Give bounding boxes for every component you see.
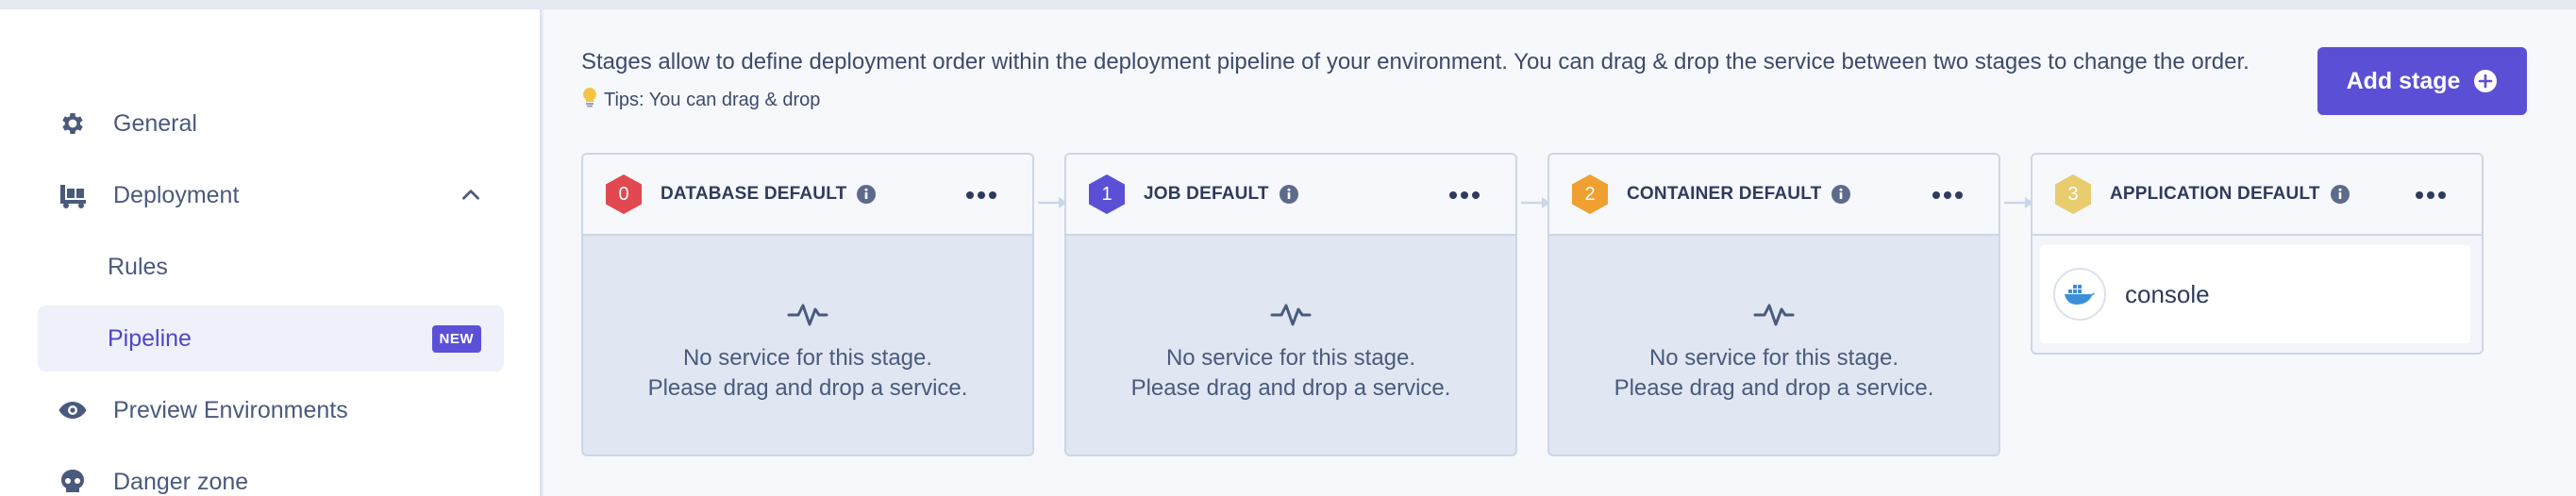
docker-icon	[2053, 268, 2106, 321]
sidebar-item-preview-environments[interactable]: Preview Environments	[38, 377, 504, 443]
deployment-icon	[55, 177, 91, 213]
stage-application-default[interactable]: 3 APPLICATION DEFAULT console	[2031, 153, 2484, 355]
pipeline-main: Stages allow to define deployment order …	[544, 9, 2576, 496]
sidebar-item-rules[interactable]: Rules	[38, 234, 504, 300]
add-stage-button[interactable]: Add stage	[2317, 47, 2527, 115]
stage-container-default[interactable]: 2 CONTAINER DEFAULT No service for this …	[1547, 153, 2000, 456]
empty-message-line1: No service for this stage.	[1648, 345, 1899, 371]
stage-job-default[interactable]: 1 JOB DEFAULT No service for this stage.…	[1064, 153, 1517, 456]
more-options-icon[interactable]	[964, 189, 998, 202]
sidebar-item-label: Pipeline	[108, 324, 192, 352]
gear-icon	[55, 106, 91, 141]
stage-header[interactable]: 1 JOB DEFAULT	[1066, 155, 1515, 236]
sidebar-item-label: Deployment	[113, 181, 240, 208]
info-icon[interactable]	[1831, 184, 1851, 205]
info-icon[interactable]	[856, 184, 877, 205]
sidebar-item-pipeline[interactable]: Pipeline NEW	[38, 306, 504, 372]
sidebar-item-label: Danger zone	[113, 468, 249, 495]
pulse-icon	[787, 304, 828, 326]
sidebar-item-label: Rules	[108, 253, 168, 280]
skull-icon	[55, 464, 91, 496]
plus-circle-icon	[2474, 70, 2498, 92]
service-name: console	[2125, 279, 2210, 308]
settings-sidebar: General Deployment Rules Pipeline NEW Pr…	[0, 9, 542, 496]
add-stage-label: Add stage	[2346, 67, 2461, 94]
empty-stage-dropzone[interactable]: No service for this stage. Please drag a…	[1549, 238, 1999, 455]
stage-index-badge: 1	[1089, 174, 1125, 214]
sidebar-item-deployment[interactable]: Deployment	[38, 162, 504, 228]
stage-index-badge: 2	[1572, 174, 1608, 214]
stage-header[interactable]: 2 CONTAINER DEFAULT	[1549, 155, 1999, 236]
empty-message-line1: No service for this stage.	[682, 345, 933, 371]
stage-index-badge: 0	[606, 174, 642, 214]
service-card-console[interactable]: console	[2040, 245, 2470, 343]
sidebar-item-danger-zone[interactable]: Danger zone	[38, 449, 504, 496]
sidebar-item-label: General	[113, 109, 197, 137]
more-options-icon[interactable]	[1447, 189, 1481, 202]
stage-title: DATABASE DEFAULT	[661, 184, 847, 204]
stage-index-badge: 3	[2055, 174, 2091, 214]
empty-message-line1: No service for this stage.	[1165, 345, 1416, 371]
info-icon[interactable]	[1279, 184, 1299, 205]
stage-title: CONTAINER DEFAULT	[1627, 184, 1822, 204]
tips-label: Tips: You can drag & drop	[604, 89, 821, 110]
empty-message-line2: Please drag and drop a service.	[1614, 375, 1934, 401]
chevron-up-icon[interactable]	[459, 183, 483, 207]
stage-title: APPLICATION DEFAULT	[2110, 184, 2320, 204]
eye-icon	[55, 392, 91, 428]
stage-title: JOB DEFAULT	[1144, 184, 1269, 204]
empty-stage-dropzone[interactable]: No service for this stage. Please drag a…	[1066, 238, 1515, 455]
sidebar-item-label: Preview Environments	[113, 396, 348, 423]
empty-message-line2: Please drag and drop a service.	[1130, 375, 1451, 401]
more-options-icon[interactable]	[1931, 189, 1965, 202]
stage-database-default[interactable]: 0 DATABASE DEFAULT No service for this s…	[581, 153, 1034, 456]
pulse-icon	[1753, 304, 1795, 326]
new-badge: NEW	[431, 325, 481, 353]
empty-stage-dropzone[interactable]: No service for this stage. Please drag a…	[583, 238, 1032, 455]
empty-message-line2: Please drag and drop a service.	[647, 375, 968, 401]
more-options-icon[interactable]	[2414, 189, 2448, 202]
pulse-icon	[1270, 304, 1312, 326]
top-bar	[0, 0, 2576, 9]
lightbulb-icon	[581, 87, 598, 113]
stage-header[interactable]: 3 APPLICATION DEFAULT	[2032, 155, 2482, 236]
tips-text: Tips: You can drag & drop	[581, 87, 820, 113]
stage-header[interactable]: 0 DATABASE DEFAULT	[583, 155, 1032, 236]
pipeline-description: Stages allow to define deployment order …	[581, 49, 2250, 74]
sidebar-item-general[interactable]: General	[38, 91, 504, 157]
info-icon[interactable]	[2330, 184, 2350, 205]
